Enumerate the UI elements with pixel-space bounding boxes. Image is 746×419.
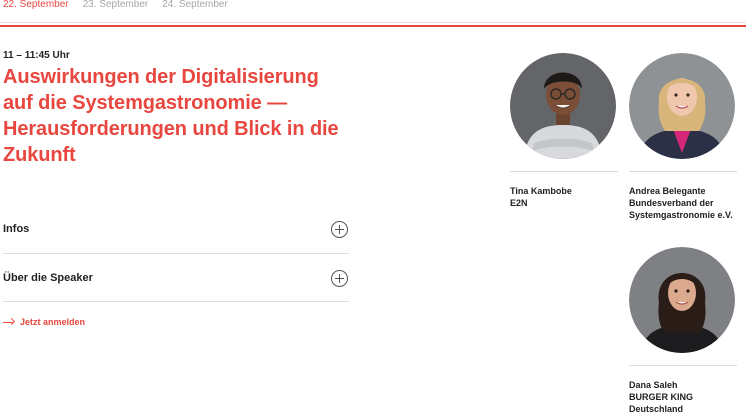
arrow-right-icon	[3, 318, 15, 326]
accordion-infos[interactable]: Infos	[3, 205, 349, 253]
speaker-name: Dana Saleh	[629, 380, 678, 390]
plus-circle-icon[interactable]	[331, 220, 348, 238]
tabs-divider-light	[0, 22, 746, 23]
date-tabs: 22. September 23. September 24. Septembe…	[3, 0, 228, 14]
accordion-speakers-label: Über die Speaker	[3, 272, 93, 284]
speaker-divider	[629, 171, 737, 172]
session-time: 11 – 11:45 Uhr	[3, 50, 70, 61]
session-title: Auswirkungen der Digitalisierung auf die…	[3, 66, 339, 166]
speaker-photo-andrea-belegante[interactable]	[629, 53, 735, 159]
register-link-label: Jetzt anmelden	[20, 317, 86, 327]
tab-22-september[interactable]: 22. September	[3, 0, 69, 14]
speaker-card-dana-saleh[interactable]: Dana Saleh BURGER KING Deutschland	[629, 247, 746, 415]
speaker-card-tina-kambobe[interactable]: Tina Kambobe E2N	[510, 53, 627, 209]
speaker-organization: E2N	[510, 198, 528, 208]
speaker-organization: BURGER KING Deutschland	[629, 392, 694, 414]
speaker-photo-tina-kambobe[interactable]	[510, 53, 616, 159]
accordion-infos-label: Infos	[3, 223, 30, 235]
tab-24-september[interactable]: 24. September	[162, 0, 228, 14]
tab-23-september[interactable]: 23. September	[83, 0, 149, 14]
accordion-divider	[3, 301, 349, 302]
speaker-name: Andrea Belegante	[629, 186, 706, 196]
speaker-name: Tina Kambobe	[510, 186, 572, 196]
speaker-organization: Bundesverband der Systemgastronomie e.V.	[629, 198, 733, 220]
accordion-speakers[interactable]: Über die Speaker	[3, 254, 349, 302]
speaker-divider	[510, 171, 618, 172]
register-link[interactable]: Jetzt anmelden	[3, 317, 85, 327]
plus-circle-icon[interactable]	[331, 269, 348, 287]
speaker-photo-dana-saleh[interactable]	[629, 247, 735, 353]
tabs-divider	[0, 25, 746, 27]
speaker-card-andrea-belegante[interactable]: Andrea Belegante Bundesverband der Syste…	[629, 53, 746, 221]
speaker-divider	[629, 365, 737, 366]
